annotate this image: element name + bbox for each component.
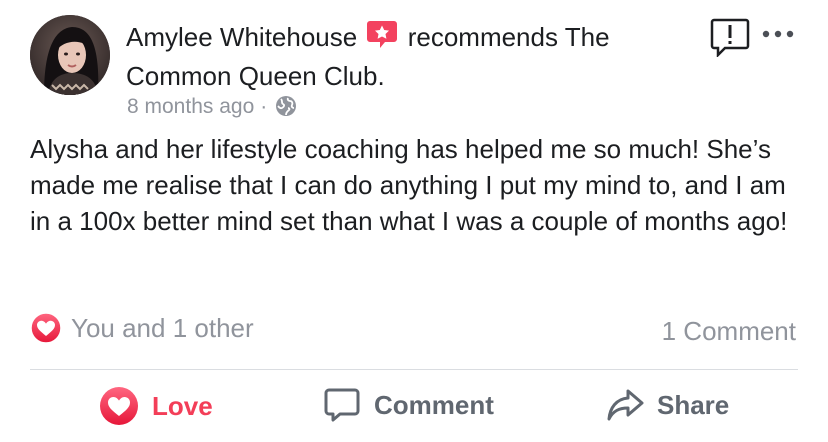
- comment-icon: [324, 388, 360, 422]
- comment-count[interactable]: 1 Comment: [662, 316, 796, 347]
- author-name[interactable]: Amylee Whitehouse: [126, 22, 357, 52]
- share-button[interactable]: Share: [606, 386, 729, 424]
- share-icon: [607, 389, 644, 421]
- share-label: Share: [657, 389, 730, 420]
- avatar[interactable]: [30, 15, 110, 95]
- globe-icon: [275, 95, 297, 126]
- comment-button[interactable]: Comment: [323, 386, 494, 424]
- more-options-icon: [762, 30, 794, 38]
- report-button[interactable]: [710, 17, 750, 59]
- love-icon: [100, 387, 138, 425]
- reactions-label: You and 1 other: [71, 312, 254, 343]
- reactions-summary[interactable]: You and 1 other: [30, 312, 254, 344]
- post-header: Amylee Whitehouse recommends The Common …: [126, 18, 696, 94]
- meta-separator: ·: [260, 95, 268, 118]
- report-icon: [710, 18, 750, 59]
- love-label: Love: [152, 390, 213, 421]
- divider: [30, 369, 798, 370]
- post-text: Alysha and her lifestyle coaching has he…: [30, 134, 788, 236]
- timestamp[interactable]: 8 months ago: [127, 95, 254, 118]
- more-options-button[interactable]: [759, 24, 797, 44]
- comment-label: Comment: [374, 389, 494, 420]
- recommendation-post: Amylee Whitehouse recommends The Common …: [0, 0, 828, 442]
- action-bar: Love Comment Share: [0, 386, 828, 436]
- post-meta: 8 months ago ·: [127, 92, 297, 126]
- love-reaction-icon: [30, 312, 62, 344]
- recommend-star-icon: [366, 18, 398, 59]
- love-button[interactable]: Love: [99, 386, 213, 426]
- recommend-verb: recommends: [407, 22, 558, 52]
